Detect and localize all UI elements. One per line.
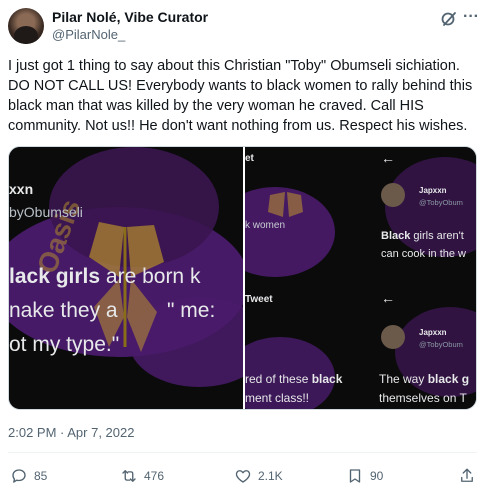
share-button[interactable] [458, 466, 476, 486]
media-image-right[interactable]: et ← Japxxn @TobyObum Black girls aren't… [245, 147, 476, 409]
left-tweet-name: xxn [9, 181, 34, 197]
reply-icon [12, 469, 26, 483]
right-card1-name: Japxxn [419, 186, 447, 195]
tweet-media[interactable]: Oasis xxn byObumseli lack girls are born… [8, 146, 477, 410]
right-card1-line2: can cook in the w [381, 248, 466, 260]
like-count: 2.1K [258, 469, 283, 483]
left-line-1-bold: lack girls [9, 265, 101, 288]
tweet: Pilar Nolé, Vibe Curator @PilarNole_ ···… [0, 0, 485, 490]
right-card2-bold: black g [427, 372, 470, 386]
reply-count: 85 [34, 469, 48, 483]
right-card2-pre: The way [379, 372, 428, 386]
more-icon[interactable]: ··· [462, 8, 480, 26]
reply-button[interactable]: 85 [10, 466, 47, 486]
left-line-2-end: " me: [167, 299, 216, 322]
author-handle[interactable]: @PilarNole_ [52, 27, 125, 42]
bookmark-button[interactable]: 90 [346, 466, 383, 486]
right-fragment-black: black [311, 372, 343, 386]
author-display-name[interactable]: Pilar Nolé, Vibe Curator [52, 9, 208, 25]
right-back-arrow-top: ← [381, 150, 395, 166]
right-card2-line2: themselves on T [379, 391, 467, 405]
right-fragment-ment: ment class!! [245, 391, 310, 405]
right-fragment-k-women: k women [245, 220, 286, 231]
right-card1-handle: @TobyObum [419, 198, 463, 207]
avatar[interactable] [8, 8, 44, 44]
right-fragment-tweet: Tweet [245, 294, 273, 305]
retweet-count: 476 [144, 469, 165, 483]
left-tweet-handle: byObumseli [9, 204, 83, 220]
heart-icon [235, 470, 251, 483]
right-card1-rest: girls aren't [410, 230, 464, 242]
like-button[interactable]: 2.1K [234, 466, 283, 486]
share-icon [461, 468, 473, 482]
right-avatar-2 [381, 325, 405, 349]
right-back-arrow-mid: ← [381, 290, 395, 306]
right-fragment-et: et [245, 153, 254, 164]
right-fragment-red: red of these black [245, 372, 342, 386]
left-line-2: nake they a [9, 299, 118, 322]
bookmark-icon [349, 469, 361, 483]
right-card2-line1: The way black g [379, 372, 469, 386]
right-fragment-red-text: red of these [245, 372, 312, 386]
retweet-button[interactable]: 476 [120, 466, 164, 486]
bookmark-count: 90 [370, 469, 384, 483]
divider [8, 452, 477, 453]
left-line-1-rest: are born k [100, 265, 201, 288]
right-card1-bold: Black [381, 230, 411, 242]
right-card2-handle: @TobyObum [419, 340, 463, 349]
tweet-text: I just got 1 thing to say about this Chr… [8, 58, 473, 134]
right-card1-line1: Black girls aren't [381, 230, 464, 242]
tweet-timestamp[interactable]: 2:02 PM · Apr 7, 2022 [8, 425, 134, 440]
left-line-1: lack girls are born k [9, 265, 200, 289]
grok-icon[interactable] [440, 10, 458, 28]
butterfly-watermark-icon [268, 192, 303, 217]
retweet-icon [122, 470, 136, 482]
right-avatar-1 [381, 183, 405, 207]
media-image-left[interactable]: Oasis xxn byObumseli lack girls are born… [9, 147, 243, 409]
left-line-3: ot my type." [9, 333, 120, 356]
right-card2-name: Japxxn [419, 328, 447, 337]
